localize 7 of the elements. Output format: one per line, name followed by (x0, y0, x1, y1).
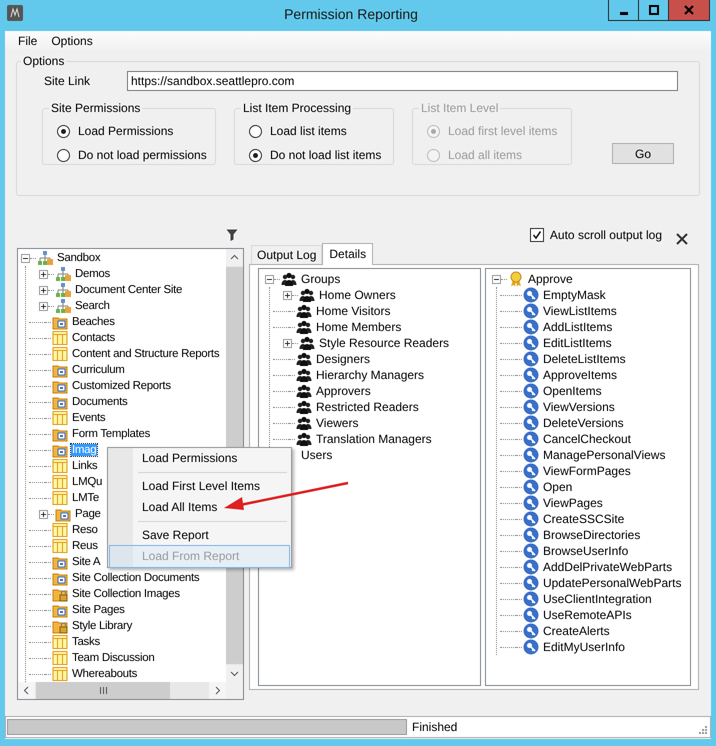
group-title: List Item Processing (242, 101, 352, 115)
group-title: List Item Level (420, 101, 500, 115)
group-title: Options (22, 54, 66, 68)
window-title: Permission Reporting (283, 6, 419, 22)
group-title: Site Permissions (50, 101, 142, 115)
status-text: Finished (412, 720, 458, 734)
field-label: Site Link (44, 74, 92, 88)
